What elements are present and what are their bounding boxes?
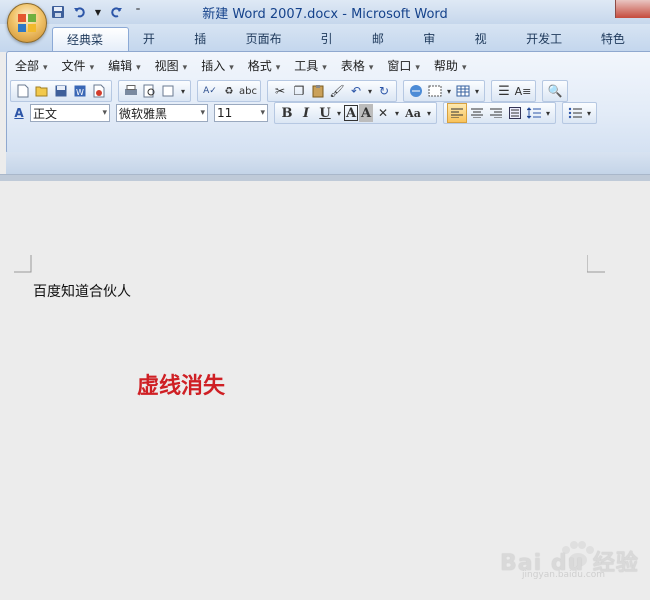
preview-icon[interactable] (141, 82, 159, 100)
columns-icon[interactable]: ☰ (495, 82, 513, 100)
formatting-toolbar: A 正文▾ 微软雅黑▾ 11▾ B I U ▾ A A ✕ ▾ Aa ▾ (10, 102, 601, 124)
window-title: 新建 Word 2007.docx - Microsoft Word (202, 7, 448, 22)
ruler-divider (0, 174, 650, 181)
research-icon[interactable] (160, 82, 178, 100)
watermark-url: jingyan.baidu.com (522, 570, 606, 580)
permission-icon[interactable] (90, 82, 108, 100)
menu-help[interactable]: 帮助 ▾ (429, 56, 476, 76)
menu-tools[interactable]: 工具 ▾ (289, 56, 336, 76)
office-button[interactable] (7, 3, 47, 43)
dropdown-arrow-icon[interactable]: ▾ (473, 82, 481, 100)
align-right-icon[interactable] (487, 104, 505, 122)
tab-review[interactable]: 审阅 (409, 27, 460, 70)
office-logo-icon (18, 14, 36, 32)
classic-menu-bar: 全部 ▾ 文件 ▾ 编辑 ▾ 视图 ▾ 插入 ▾ 格式 ▾ 工具 ▾ 表格 ▾ 窗口 ▾ 帮助 ▾ (10, 56, 475, 76)
cut-icon[interactable]: ✂ (271, 82, 289, 100)
font-select[interactable]: 微软雅黑 ▾ (116, 104, 208, 122)
spelling-icon[interactable]: A✓ (201, 82, 219, 100)
save-as-icon[interactable]: W (71, 82, 89, 100)
paste-icon[interactable] (309, 82, 327, 100)
dropdown-arrow-icon[interactable]: ▾ (366, 82, 374, 100)
menu-edit[interactable]: 编辑 ▾ (103, 56, 150, 76)
tab-home[interactable]: 开始 (129, 27, 180, 70)
hyperlink-icon[interactable] (407, 82, 425, 100)
ribbon-bottom-strip (6, 152, 650, 174)
new-icon[interactable] (14, 82, 32, 100)
close-window-button[interactable] (615, 0, 650, 18)
menu-file[interactable]: 文件 ▾ (57, 56, 104, 76)
dropdown-arrow-icon[interactable]: ▾ (335, 104, 343, 122)
justify-icon[interactable] (506, 104, 524, 122)
tab-developer[interactable]: 开发工具 (512, 27, 587, 70)
menu-format[interactable]: 格式 ▾ (243, 56, 290, 76)
text-effect-icon[interactable]: ✕ (374, 104, 392, 122)
styles-icon[interactable]: A (10, 104, 28, 122)
menu-insert[interactable]: 插入 ▾ (196, 56, 243, 76)
document-map-icon[interactable]: 🔍 (546, 82, 564, 100)
tab-references[interactable]: 引用 (306, 27, 357, 70)
tab-classic-menu[interactable]: 经典菜单 (52, 27, 129, 71)
open-icon[interactable] (33, 82, 51, 100)
align-left-icon[interactable] (447, 103, 467, 123)
copy-icon[interactable]: ❐ (290, 82, 308, 100)
dropdown-arrow-icon[interactable]: ▾ (585, 104, 593, 122)
ribbon-tab-bar: 经典菜单 开始 插入 页面布局 引用 邮件 审阅 视图 开发工具 特色功 (0, 24, 650, 71)
print-icon[interactable] (122, 82, 140, 100)
menu-all[interactable]: 全部 ▾ (10, 56, 57, 76)
annotation-label: 虚线消失 (137, 374, 226, 399)
drawing-icon[interactable]: A≡ (514, 82, 532, 100)
save-icon[interactable] (52, 82, 70, 100)
tab-mailings[interactable]: 邮件 (358, 27, 409, 70)
menu-table[interactable]: 表格 ▾ (336, 56, 383, 76)
dropdown-arrow-icon[interactable]: ▾ (445, 82, 453, 100)
standard-toolbar: W ▾ A✓ ♻ abc ✂ ❐ 🖌 ↶ ▾ ↻ ▾ ▾ ☰ A≡ 🔍 (10, 80, 572, 102)
bullets-icon[interactable] (566, 104, 584, 122)
underline-button[interactable]: U (316, 104, 334, 122)
align-center-icon[interactable] (468, 104, 486, 122)
undo-icon[interactable]: ↶ (347, 82, 365, 100)
italic-button[interactable]: I (297, 104, 315, 122)
ribbon-panel: 全部 ▾ 文件 ▾ 编辑 ▾ 视图 ▾ 插入 ▾ 格式 ▾ 工具 ▾ 表格 ▾ 窗口 ▾ 帮助 ▾ … (6, 51, 650, 154)
line-spacing-icon[interactable] (525, 104, 543, 122)
tab-view[interactable]: 视图 (461, 27, 512, 70)
title-bar: ▼ ⁼ 新建 Word 2007.docx - Microsoft Word (0, 0, 650, 24)
dropdown-arrow-icon[interactable]: ▾ (179, 82, 187, 100)
svg-text:W: W (76, 88, 84, 97)
tab-features[interactable]: 特色功 (587, 27, 650, 70)
document-body-text[interactable]: 百度知道合伙人 (33, 281, 131, 301)
menu-view[interactable]: 视图 ▾ (150, 56, 197, 76)
redo-icon[interactable]: ↻ (375, 82, 393, 100)
character-shading-button[interactable]: A (359, 104, 373, 122)
text-boundary-corner-top-right (587, 255, 605, 273)
style-select[interactable]: 正文 ▾ (30, 104, 110, 122)
menu-window[interactable]: 窗口 ▾ (382, 56, 429, 76)
dropdown-arrow-icon[interactable]: ▾ (393, 104, 401, 122)
font-size-select[interactable]: 11 ▾ (214, 104, 268, 122)
dropdown-arrow-icon[interactable]: ▾ (425, 104, 433, 122)
tables-borders-icon[interactable] (426, 82, 444, 100)
dropdown-arrow-icon[interactable]: ▾ (544, 104, 552, 122)
tab-page-layout[interactable]: 页面布局 (232, 27, 307, 70)
format-painter-icon[interactable]: 🖌 (328, 82, 346, 100)
thesaurus-icon[interactable]: ♻ (220, 82, 238, 100)
text-boundary-corner-top-left (14, 255, 32, 273)
table-icon[interactable] (454, 82, 472, 100)
bold-button[interactable]: B (278, 104, 296, 122)
change-case-button[interactable]: Aa (402, 104, 424, 122)
character-border-button[interactable]: A (344, 105, 358, 121)
translate-icon[interactable]: abc (239, 82, 257, 100)
tab-insert[interactable]: 插入 (180, 27, 231, 70)
